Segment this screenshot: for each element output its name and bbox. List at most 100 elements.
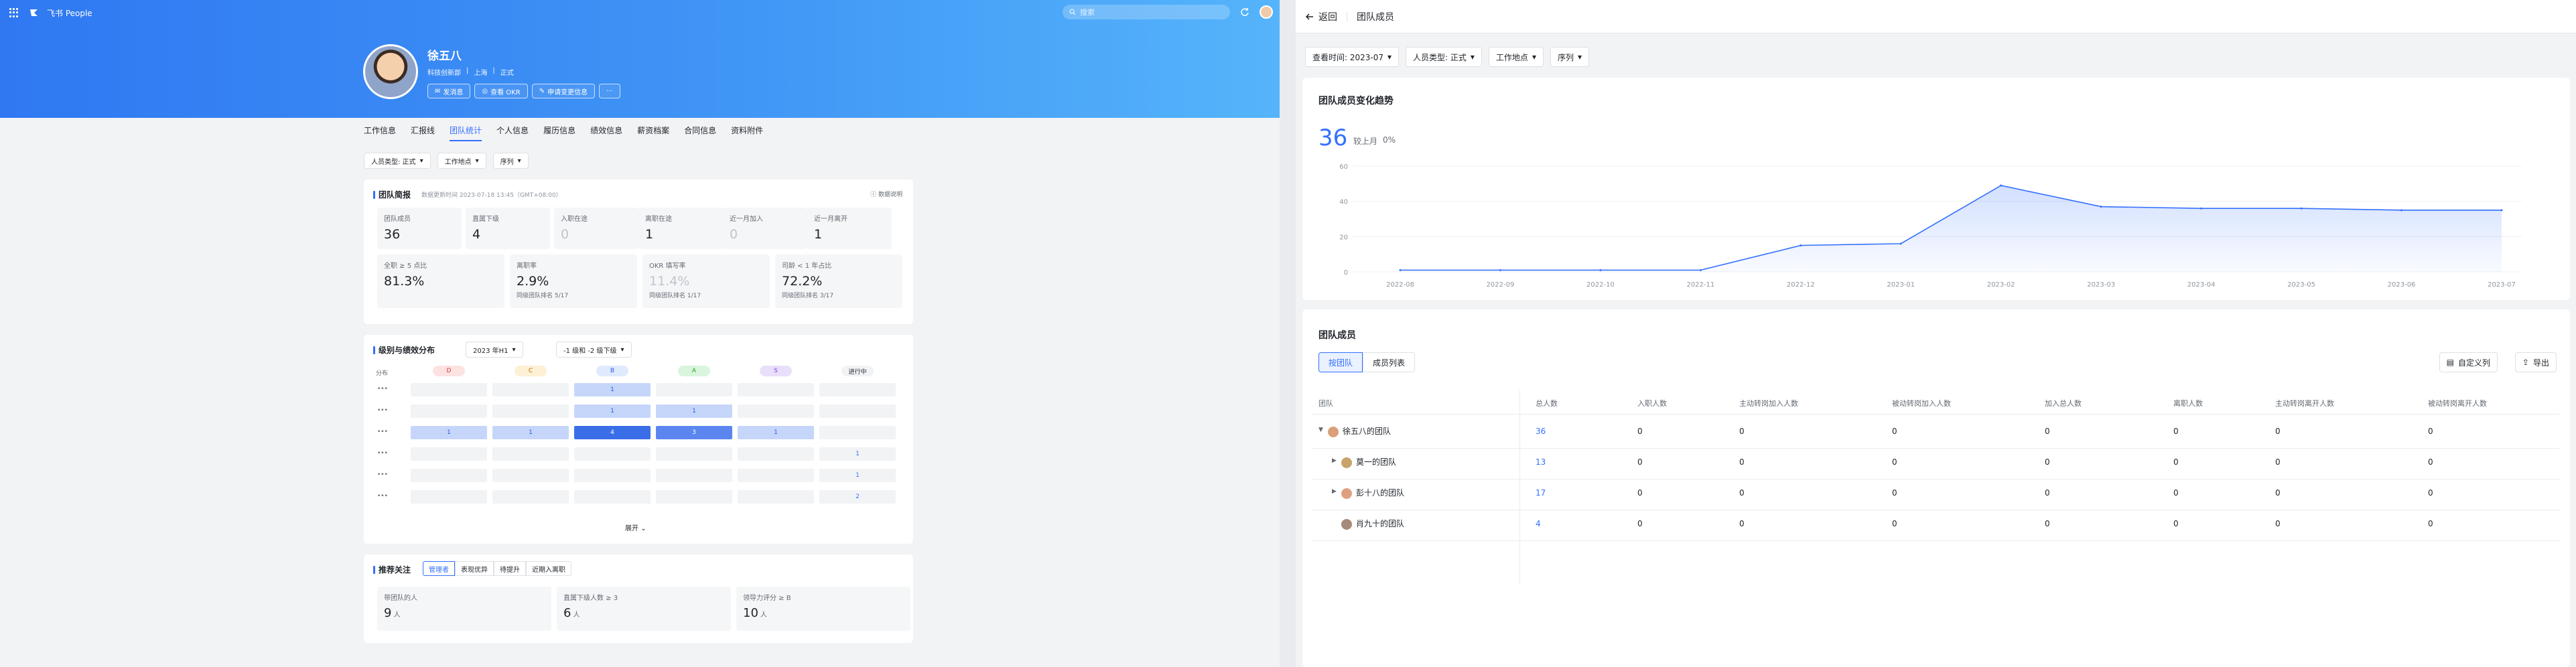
tab-report-line[interactable]: 汇报线 (411, 125, 435, 141)
distribution-cell (738, 383, 814, 396)
period-select[interactable]: 2023 年H1 ▾ (466, 342, 523, 358)
distribution-cell[interactable]: 1 (574, 383, 651, 396)
table-cell: 0 (2173, 488, 2179, 498)
stat-value: 0 (730, 227, 738, 242)
tab-attachments[interactable]: 资料附件 (731, 125, 763, 141)
caret-down-icon[interactable]: ▼ (1318, 427, 1323, 433)
caret-right-icon[interactable]: ▶ (1332, 488, 1337, 495)
tab-performance[interactable]: 绩效信息 (590, 125, 622, 141)
focus-stat-card[interactable]: 直属下级人数 ≥ 3 6人 (557, 587, 731, 631)
table-cell: 0 (1637, 488, 1643, 498)
grade-badge-d: D (433, 366, 465, 376)
table-cell: 0 (2428, 519, 2433, 528)
export-button[interactable]: ⇪ 导出 (2514, 352, 2557, 372)
focus-stat-card[interactable]: 领导力评分 ≥ B 10 人 (736, 587, 910, 631)
tab-team-stats[interactable]: 团队统计 (450, 125, 482, 141)
total-count-link[interactable]: 4 (1536, 519, 1541, 528)
distribution-cell (738, 404, 814, 418)
period-filter[interactable]: 查看时间: 2023-07 ▾ (1305, 47, 1400, 67)
recommended-focus-card: 推荐关注 管理者 表现优异 待提升 近期入离职 带团队的人 9 人直属下级人数 ≥ … (364, 554, 913, 643)
staff-type-filter[interactable]: 人员类型: 正式 ▾ (1406, 47, 1482, 67)
distribution-cell[interactable]: 1 (492, 426, 569, 439)
distribution-cell (819, 426, 896, 439)
distribution-cell (411, 490, 487, 504)
more-button[interactable]: ··· (599, 84, 620, 98)
table-cell: 0 (2428, 427, 2433, 436)
distribution-cell (819, 404, 896, 418)
table-row[interactable] (1312, 448, 2559, 479)
refresh-icon[interactable] (1239, 7, 1250, 17)
brief-updated-time: 数据更新时间 2023-07-18 13:45（GMT+08:00） (421, 192, 562, 199)
total-count-link[interactable]: 13 (1536, 457, 1546, 467)
table-cell: 0 (1892, 488, 1897, 498)
request-change-button[interactable]: ✎ 申请变更信息 (531, 84, 596, 98)
distribution-cell[interactable]: 1 (411, 426, 487, 439)
app-grid-icon[interactable] (9, 8, 19, 17)
y-tick-label: 20 (1339, 234, 1348, 241)
chip-recent-join-leave[interactable]: 近期入离职 (526, 561, 571, 576)
table-row[interactable] (1312, 417, 2559, 448)
table-cell: 0 (2045, 457, 2050, 467)
location-filter[interactable]: 工作地点 ▾ (437, 153, 486, 169)
search-input[interactable]: 搜索 (1063, 5, 1230, 19)
tab-resume[interactable]: 履历信息 (543, 125, 575, 141)
distribution-cell[interactable]: 1 (819, 469, 896, 482)
custom-columns-button[interactable]: ▤ 自定义列 (2439, 352, 2498, 372)
chevron-down-icon: ⌄ (640, 525, 647, 532)
total-count-link[interactable]: 17 (1536, 488, 1546, 498)
page-title: 团队成员 (1357, 11, 1394, 23)
distribution-cell[interactable]: 3 (656, 426, 732, 439)
tab-personal-info[interactable]: 个人信息 (496, 125, 529, 141)
level-select[interactable]: -1 级和 -2 级下级 ▾ (556, 342, 632, 358)
tab-contract[interactable]: 合同信息 (684, 125, 716, 141)
table-row[interactable] (1312, 479, 2559, 510)
distribution-cell[interactable]: 1 (656, 404, 732, 418)
expand-button[interactable]: 展开 ⌄ (625, 522, 647, 532)
location-filter[interactable]: 工作地点 ▾ (1488, 47, 1544, 67)
tab-member-list[interactable]: 成员列表 (1363, 352, 1416, 372)
distribution-cell[interactable]: 1 (819, 447, 896, 461)
table-cell: 0 (2173, 427, 2179, 436)
table-cell: 0 (1637, 427, 1643, 436)
focus-stat-card[interactable]: 带团队的人 9 人 (377, 587, 551, 631)
view-okr-button[interactable]: ◎ 查看 OKR (474, 84, 528, 98)
stat-label: 司龄 < 1 年占比 (782, 263, 832, 270)
x-tick-label: 2023-02 (1987, 281, 2015, 289)
team-name-cell: 肖九十的团队 (1341, 518, 1404, 530)
back-button[interactable]: 返回 (1305, 10, 1337, 23)
x-tick-label: 2022-10 (1586, 281, 1615, 289)
team-avatar (1341, 457, 1352, 468)
sequence-filter[interactable]: 序列 ▾ (1550, 47, 1590, 67)
tab-salary[interactable]: 薪资档案 (637, 125, 669, 141)
stat-card: 全职 ≥ 5 点比 81.3% (377, 254, 504, 308)
user-avatar[interactable] (1260, 5, 1273, 19)
members-card: 团队成员 按团队 成员列表 ▤ 自定义列 ⇪ 导出 团队 总人数 入职人数 主动转岗加入人… (1302, 309, 2570, 667)
stat-value: 72.2% (782, 274, 823, 289)
data-explain-link[interactable]: ⓘ 数据说明 (870, 190, 902, 198)
distribution-cell[interactable]: 1 (574, 404, 651, 418)
columns-icon: ▤ (2446, 358, 2454, 367)
table-header: 被动转岗加入人数 (1892, 399, 1951, 408)
chip-managers[interactable]: 管理者 (423, 561, 455, 576)
table-cell: 0 (2173, 519, 2179, 528)
grade-badge-c: C (515, 366, 547, 376)
tab-work-info[interactable]: 工作信息 (364, 125, 396, 141)
message-button[interactable]: ✉ 发消息 (427, 84, 471, 98)
table-cell: 0 (1739, 488, 1745, 498)
table-row[interactable] (1312, 510, 2559, 540)
distribution-cell[interactable]: 4 (574, 426, 651, 439)
staff-type-filter[interactable]: 人员类型: 正式 ▾ (364, 153, 431, 169)
table-cell: 0 (2045, 427, 2050, 436)
team-name-cell: 徐五八的团队 (1328, 425, 1391, 437)
distribution-cell[interactable]: 1 (738, 426, 814, 439)
total-count-link[interactable]: 36 (1536, 427, 1546, 436)
chip-to-improve[interactable]: 待提升 (494, 561, 526, 576)
distribution-cell[interactable]: 2 (819, 490, 896, 504)
tab-by-team[interactable]: 按团队 (1318, 352, 1363, 372)
sequence-filter[interactable]: 序列 ▾ (492, 153, 529, 169)
caret-right-icon[interactable]: ▶ (1332, 457, 1337, 464)
team-name: 肖九十的团队 (1356, 519, 1405, 528)
distribution-cell (492, 469, 569, 482)
chip-outstanding[interactable]: 表现优异 (455, 561, 494, 576)
data-point (1599, 269, 1602, 271)
